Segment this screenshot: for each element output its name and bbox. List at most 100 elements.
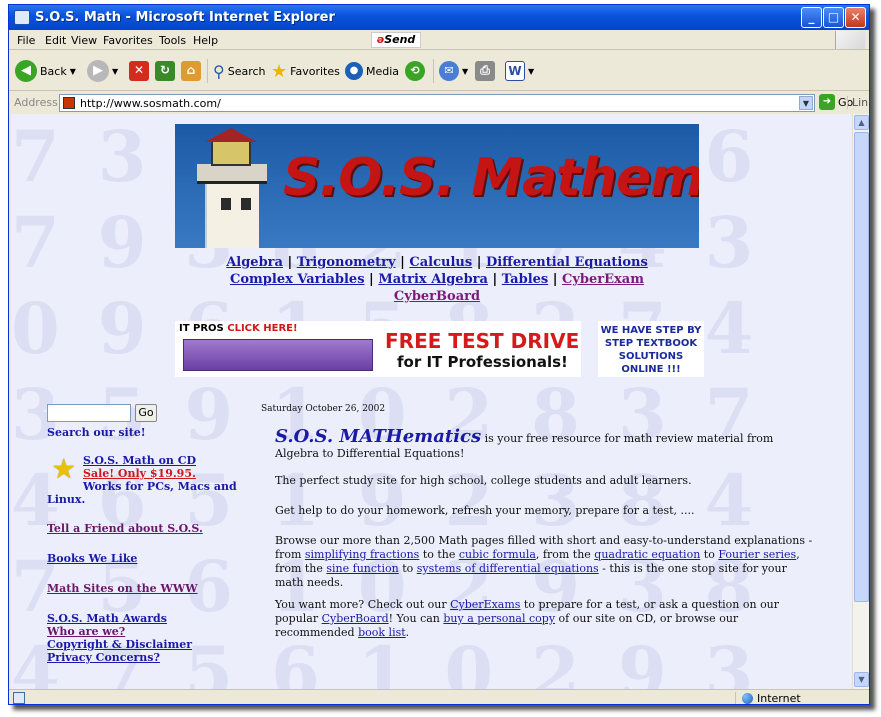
privacy-link[interactable]: Privacy Concerns? xyxy=(47,651,160,664)
search-button[interactable]: ⚲ Search xyxy=(213,59,266,83)
more-text: You want more? Check out our xyxy=(275,598,451,611)
menu-view[interactable]: View xyxy=(71,34,97,47)
search-icon: ⚲ xyxy=(213,61,225,81)
window-title: S.O.S. Math - Microsoft Internet Explore… xyxy=(35,10,335,25)
quadratic-equation-link[interactable]: quadratic equation xyxy=(594,548,700,561)
search-go-button[interactable]: Go xyxy=(135,404,157,422)
more-text: . xyxy=(405,626,410,639)
who-are-we-link[interactable]: Who are we? xyxy=(47,625,125,638)
systems-of-de-link[interactable]: systems of differential equations xyxy=(417,562,599,575)
favorites-button[interactable]: ★ Favorites xyxy=(271,59,340,83)
scroll-thumb[interactable] xyxy=(854,132,869,602)
home-icon: ⌂ xyxy=(181,61,201,81)
chevron-down-icon: ▼ xyxy=(69,66,76,76)
menu-edit[interactable]: Edit xyxy=(45,34,66,47)
site-favicon-icon xyxy=(63,97,75,109)
close-button[interactable]: ✕ xyxy=(845,7,866,28)
nav-separator: | xyxy=(492,272,498,287)
back-button[interactable]: ◀ Back ▼ xyxy=(15,59,76,83)
cyberboard-link[interactable]: CyberBoard xyxy=(322,612,389,625)
nav-differential-equations[interactable]: Differential Equations xyxy=(486,255,648,270)
it-pros-ad-banner[interactable]: IT PROS CLICK HERE! FREE TEST DRIVE for … xyxy=(175,321,581,377)
address-url: http://www.sosmath.com/ xyxy=(80,97,221,110)
links-button[interactable]: Links xyxy=(847,96,869,109)
site-banner: S.O.S. Mathematics xyxy=(175,124,699,248)
topic-navigation: Algebra | Trigonometry | Calculus | Diff… xyxy=(175,254,699,305)
browse-text: to xyxy=(398,562,417,575)
title-bar: S.O.S. Math - Microsoft Internet Explore… xyxy=(9,5,869,30)
refresh-icon: ↻ xyxy=(155,61,175,81)
toolbar-divider xyxy=(207,59,208,83)
nav-separator: | xyxy=(287,255,293,270)
book-list-link[interactable]: book list xyxy=(358,626,406,639)
scroll-down-icon[interactable]: ▼ xyxy=(854,672,869,687)
ad-header-b: CLICK HERE! xyxy=(227,323,298,334)
home-button[interactable]: ⌂ xyxy=(181,59,201,83)
vertical-scrollbar[interactable]: ▲ ▼ xyxy=(852,114,869,689)
ad-device-image xyxy=(183,339,373,371)
nav-cyberexam[interactable]: CyberExam xyxy=(562,272,644,287)
lighthouse-window xyxy=(221,198,231,210)
cubic-formula-link[interactable]: cubic formula xyxy=(459,548,536,561)
sale-link[interactable]: Sale! Only $19.95. xyxy=(83,467,196,480)
browser-window: S.O.S. Math - Microsoft Internet Explore… xyxy=(8,4,870,705)
forward-arrow-icon: ▶ xyxy=(87,60,109,82)
nav-trigonometry[interactable]: Trigonometry xyxy=(297,255,396,270)
sine-function-link[interactable]: sine function xyxy=(326,562,398,575)
maximize-button[interactable]: □ xyxy=(823,7,844,28)
books-link[interactable]: Books We Like xyxy=(47,552,137,565)
chevron-down-icon[interactable]: ▼ xyxy=(799,96,813,110)
cyberexams-link[interactable]: CyberExams xyxy=(450,598,520,611)
menu-tools[interactable]: Tools xyxy=(159,34,186,47)
media-label: Media xyxy=(366,64,400,78)
back-arrow-icon: ◀ xyxy=(15,60,37,82)
media-icon: ● xyxy=(345,62,363,80)
brand-title: S.O.S. MATHematics xyxy=(275,426,482,447)
nav-calculus[interactable]: Calculus xyxy=(409,255,472,270)
lighthouse-gallery xyxy=(197,164,267,184)
refresh-button[interactable]: ↻ xyxy=(155,59,175,83)
word-icon: W xyxy=(505,61,525,81)
history-button[interactable]: ⟲ xyxy=(405,59,425,83)
intro-paragraph: S.O.S. MATHematics is your free resource… xyxy=(275,426,815,461)
copyright-link[interactable]: Copyright & Disclaimer xyxy=(47,638,192,651)
nav-matrix-algebra[interactable]: Matrix Algebra xyxy=(378,272,488,287)
nav-complex-variables[interactable]: Complex Variables xyxy=(230,272,365,287)
awards-link[interactable]: S.O.S. Math Awards xyxy=(47,612,167,625)
browse-text: to xyxy=(700,548,719,561)
menu-favorites[interactable]: Favorites xyxy=(103,34,153,47)
address-input[interactable]: http://www.sosmath.com/ ▼ xyxy=(59,94,815,112)
forward-button[interactable]: ▶ ▼ xyxy=(87,59,118,83)
printer-icon: ⎙ xyxy=(475,61,495,81)
address-bar: Address http://www.sosmath.com/ ▼ ➜ Go L… xyxy=(9,92,869,114)
nav-separator: | xyxy=(552,272,558,287)
buy-copy-link[interactable]: buy a personal copy xyxy=(443,612,555,625)
math-sites-link[interactable]: Math Sites on the WWW xyxy=(47,582,198,595)
ad-header: IT PROS CLICK HERE! xyxy=(179,323,298,334)
scroll-up-icon[interactable]: ▲ xyxy=(854,115,869,130)
globe-icon xyxy=(742,693,753,704)
simplifying-fractions-link[interactable]: simplifying fractions xyxy=(305,548,419,561)
nav-algebra[interactable]: Algebra xyxy=(226,255,283,270)
nav-separator: | xyxy=(400,255,405,270)
minimize-button[interactable]: _ xyxy=(801,7,822,28)
favorites-label: Favorites xyxy=(290,64,340,78)
media-button[interactable]: ● Media xyxy=(345,59,399,83)
edit-button[interactable]: W ▼ xyxy=(505,59,534,83)
stop-button[interactable]: ✕ xyxy=(129,59,149,83)
fourier-series-link[interactable]: Fourier series xyxy=(718,548,796,561)
textbook-solutions-ad[interactable]: WE HAVE STEP BY STEP TEXTBOOK SOLUTIONS … xyxy=(598,321,704,377)
site-search-input[interactable] xyxy=(47,404,131,422)
mail-button[interactable]: ✉ ▼ xyxy=(439,59,468,83)
menu-file[interactable]: File xyxy=(17,34,35,47)
nav-cyberboard[interactable]: CyberBoard xyxy=(394,289,480,304)
print-button[interactable]: ⎙ xyxy=(475,59,495,83)
menu-help[interactable]: Help xyxy=(193,34,218,47)
cd-link[interactable]: S.O.S. Math on CD xyxy=(83,454,196,467)
send-button[interactable]: əSend xyxy=(371,32,421,48)
chevron-down-icon: ▼ xyxy=(528,66,535,76)
cd-linux-text: Linux. xyxy=(47,493,86,506)
nav-tables[interactable]: Tables xyxy=(502,272,548,287)
tell-friend-link[interactable]: Tell a Friend about S.O.S. xyxy=(47,522,203,535)
nav-separator: | xyxy=(369,272,374,287)
